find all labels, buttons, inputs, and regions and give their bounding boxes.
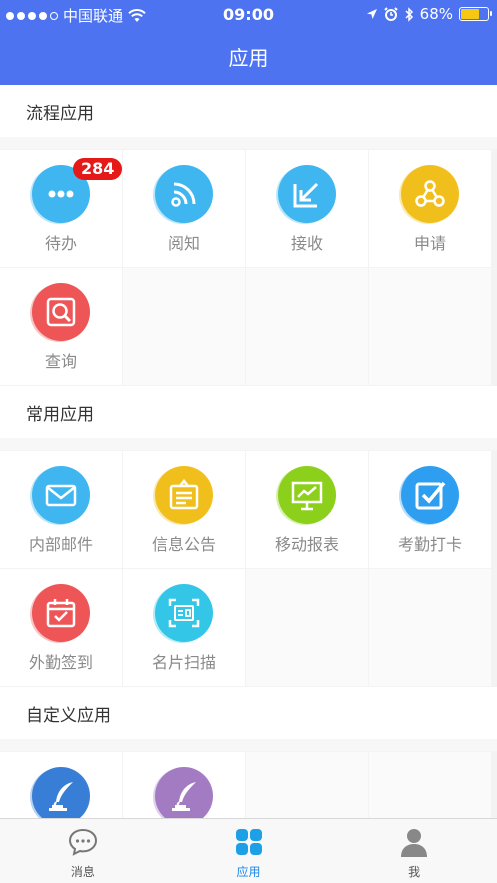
app-tile-query[interactable]: 查询 — [0, 268, 122, 385]
battery-icon — [459, 7, 492, 21]
app-tile-attendance[interactable]: 考勤打卡 — [369, 451, 491, 568]
app-label: 待办 — [44, 234, 77, 253]
custom-grid — [0, 751, 497, 818]
app-label: 名片扫描 — [151, 653, 216, 672]
app-tile-notice[interactable]: 信息公告 — [123, 451, 245, 568]
empty-tile — [246, 268, 368, 385]
app-tile-checkin[interactable]: 外勤签到 — [0, 569, 122, 686]
app-label: 阅知 — [167, 234, 200, 253]
receive-arrow-icon — [276, 165, 336, 224]
location-icon — [366, 9, 377, 19]
section-title: 自定义应用 — [26, 705, 111, 726]
app-tile-todo[interactable]: 284 待办 — [0, 150, 123, 267]
empty-tile — [246, 569, 368, 686]
chat-bubble-icon — [68, 828, 97, 856]
app-label: 考勤打卡 — [397, 535, 462, 554]
tab-label: 应用 — [236, 865, 261, 879]
rss-icon — [153, 165, 213, 224]
app-tile-custom-1[interactable] — [0, 752, 122, 818]
status-right: 68% — [366, 5, 492, 23]
app-list[interactable]: 流程应用 284 待办 阅知 接收 申请 查询 常用应用 内部邮件 信息公告 移… — [0, 85, 497, 818]
todo-count-badge: 284 — [73, 158, 123, 180]
battery-percent: 68% — [419, 5, 453, 23]
section-title: 流程应用 — [26, 103, 94, 124]
tab-label: 消息 — [70, 865, 95, 879]
status-bar: 中国联通 09:00 68% — [0, 0, 497, 30]
app-tile-custom-2[interactable] — [123, 752, 245, 818]
page-title: 应用 — [228, 46, 269, 70]
tab-apps[interactable]: 应用 — [166, 819, 332, 883]
alarm-icon — [383, 7, 398, 21]
app-tile-card-scan[interactable]: 名片扫描 — [123, 569, 245, 686]
card-scan-icon — [153, 584, 213, 643]
section-title: 常用应用 — [26, 404, 94, 425]
empty-tile — [369, 268, 491, 385]
divider — [0, 137, 497, 149]
app-label: 外勤签到 — [28, 653, 93, 672]
checkbox-icon — [399, 466, 459, 525]
app-tile-report[interactable]: 移动报表 — [246, 451, 368, 568]
divider — [0, 739, 497, 751]
bluetooth-icon — [405, 6, 413, 22]
app-label: 接收 — [290, 234, 323, 253]
app-tile-read[interactable]: 阅知 — [123, 150, 245, 267]
app-label: 查询 — [44, 352, 77, 371]
apps-grid-icon — [235, 829, 262, 855]
section-header-common: 常用应用 — [0, 386, 497, 438]
app-tile-apply[interactable]: 申请 — [369, 150, 491, 267]
share-nodes-icon — [399, 165, 459, 224]
tab-messages[interactable]: 消息 — [0, 819, 166, 883]
empty-tile — [246, 752, 368, 818]
app-tile-mail[interactable]: 内部邮件 — [0, 451, 122, 568]
tab-bar: 消息 应用 我 — [0, 818, 497, 883]
section-header-custom: 自定义应用 — [0, 687, 497, 739]
notice-board-icon — [153, 466, 213, 525]
search-icon — [30, 283, 90, 342]
empty-tile — [369, 752, 491, 818]
workflow-grid: 284 待办 阅知 接收 申请 查询 — [0, 149, 497, 386]
mail-icon — [30, 466, 90, 525]
empty-tile — [369, 569, 491, 686]
calendar-check-icon — [30, 584, 90, 643]
nav-bar: 应用 — [0, 30, 497, 85]
tab-me[interactable]: 我 — [331, 819, 497, 883]
app-tile-receive[interactable]: 接收 — [246, 150, 368, 267]
tab-label: 我 — [408, 865, 421, 879]
chart-board-icon — [276, 466, 336, 525]
app-label: 申请 — [413, 234, 446, 253]
divider — [0, 438, 497, 450]
app-label: 移动报表 — [274, 535, 339, 554]
app-label: 信息公告 — [151, 535, 216, 554]
person-icon — [401, 829, 428, 857]
section-header-workflow: 流程应用 — [0, 85, 497, 137]
app-label: 内部邮件 — [28, 535, 93, 554]
empty-tile — [123, 268, 245, 385]
quill-ink-icon — [30, 767, 90, 818]
quill-ink-icon — [153, 767, 213, 818]
common-grid: 内部邮件 信息公告 移动报表 考勤打卡 外勤签到 名片扫描 — [0, 450, 497, 687]
